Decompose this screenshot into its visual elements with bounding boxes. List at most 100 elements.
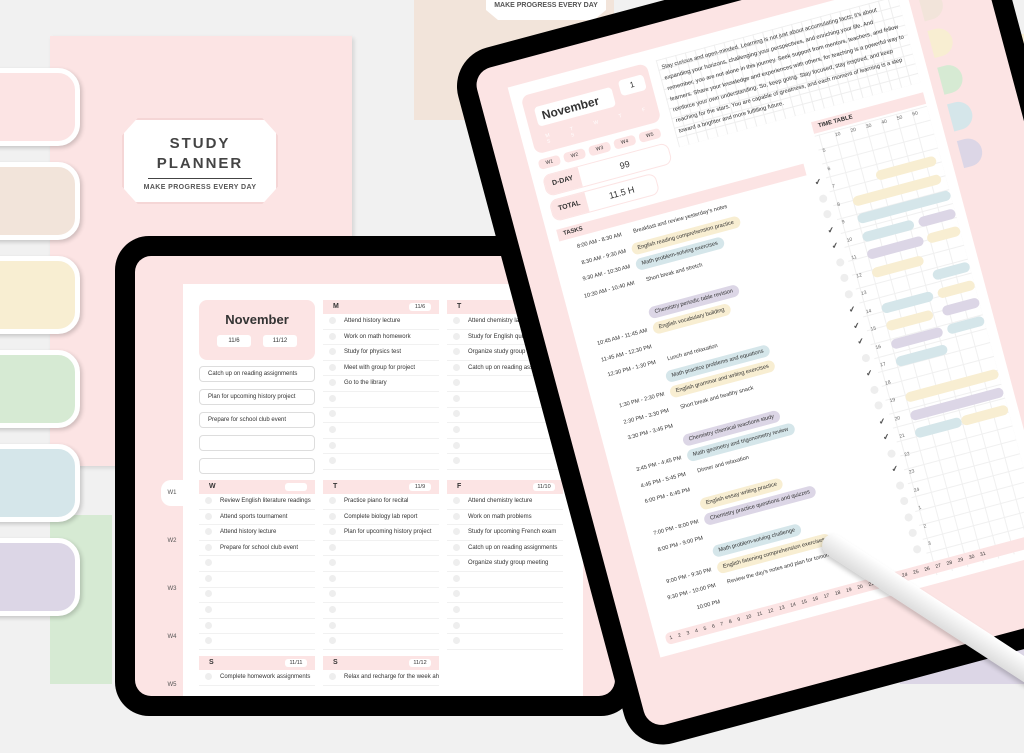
empty-check-icon[interactable]: [822, 209, 833, 220]
checkbox-icon[interactable]: [205, 496, 212, 504]
day-strip-item[interactable]: 15: [801, 599, 808, 606]
day-strip-item[interactable]: 6: [711, 623, 715, 630]
checkbox-icon[interactable]: [329, 512, 336, 520]
task-row[interactable]: Meet with group for project: [323, 361, 439, 377]
checkbox-icon[interactable]: [453, 394, 460, 402]
day-strip-item[interactable]: 19: [846, 587, 853, 594]
checkbox-icon[interactable]: [205, 512, 212, 520]
task-row[interactable]: [323, 588, 439, 604]
section-tab-blue[interactable]: [0, 444, 80, 522]
task-row[interactable]: [199, 619, 315, 635]
checkbox-icon[interactable]: [453, 426, 460, 434]
task-row[interactable]: Work on math problems: [447, 510, 563, 526]
checkbox-icon[interactable]: [453, 590, 460, 598]
task-row[interactable]: [199, 634, 315, 650]
task-row[interactable]: [323, 634, 439, 650]
checkbox-icon[interactable]: [205, 637, 212, 645]
empty-check-icon[interactable]: [839, 272, 850, 283]
note-field[interactable]: [199, 458, 315, 474]
checkbox-icon[interactable]: [329, 379, 336, 387]
checkbox-icon[interactable]: [329, 496, 336, 504]
day-strip-item[interactable]: 18: [834, 590, 841, 597]
daily-day[interactable]: 1: [617, 74, 647, 97]
empty-check-icon[interactable]: [895, 480, 905, 490]
task-row[interactable]: [323, 619, 439, 635]
week-tab-w3[interactable]: W3: [161, 576, 183, 602]
day-strip-item[interactable]: 14: [790, 602, 797, 609]
task-row[interactable]: Practice piano for recital: [323, 494, 439, 510]
day-date[interactable]: 11/11: [285, 659, 307, 667]
day-strip-item[interactable]: 28: [946, 560, 953, 567]
checkbox-icon[interactable]: [205, 606, 212, 614]
day-strip-item[interactable]: 1: [669, 635, 673, 642]
check-icon[interactable]: ✔: [831, 240, 841, 250]
note-field[interactable]: [199, 435, 315, 451]
week-button[interactable]: W1: [537, 154, 562, 170]
checkbox-icon[interactable]: [453, 457, 460, 465]
task-row[interactable]: [447, 572, 563, 588]
checkbox-icon[interactable]: [205, 559, 212, 567]
side-tab-lavender[interactable]: [956, 135, 986, 169]
day-strip-item[interactable]: 9: [737, 617, 741, 624]
checkbox-icon[interactable]: [329, 363, 336, 371]
week-tab-w2[interactable]: W2: [161, 528, 183, 554]
checkbox-icon[interactable]: [329, 590, 336, 598]
checkbox-icon[interactable]: [453, 574, 460, 582]
day-strip-item[interactable]: 20: [857, 584, 864, 591]
checkbox-icon[interactable]: [329, 637, 336, 645]
side-tab-beige[interactable]: [917, 0, 947, 22]
empty-check-icon[interactable]: [835, 257, 846, 267]
note-field[interactable]: Prepare for school club event: [199, 412, 315, 428]
checkbox-icon[interactable]: [329, 559, 336, 567]
checkbox-icon[interactable]: [205, 574, 212, 582]
task-row[interactable]: [199, 572, 315, 588]
checkbox-icon[interactable]: [453, 559, 460, 567]
checkbox-icon[interactable]: [205, 672, 212, 680]
task-row[interactable]: Attend chemistry lecture: [447, 494, 563, 510]
day-strip-item[interactable]: 31: [980, 551, 987, 558]
week-tab-w1[interactable]: W1: [161, 480, 183, 506]
task-row[interactable]: [323, 439, 439, 455]
task-row[interactable]: [447, 588, 563, 604]
day-strip-item[interactable]: 16: [812, 596, 819, 603]
day-strip-item[interactable]: 27: [935, 563, 942, 570]
section-tab-beige[interactable]: [0, 162, 80, 240]
task-row[interactable]: Relax and recharge for the week ahead: [323, 670, 439, 686]
section-tab-lavender[interactable]: [0, 538, 80, 616]
check-icon[interactable]: ✔: [856, 336, 867, 346]
checkbox-icon[interactable]: [205, 590, 212, 598]
checkbox-icon[interactable]: [453, 316, 460, 324]
task-row[interactable]: Study for physics test: [323, 345, 439, 361]
side-tab-green[interactable]: [937, 62, 966, 95]
checkbox-icon[interactable]: [329, 574, 336, 582]
day-strip-item[interactable]: 25: [913, 569, 920, 576]
side-tab-blue[interactable]: [947, 98, 976, 132]
task-row[interactable]: [323, 556, 439, 572]
empty-check-icon[interactable]: [907, 527, 918, 538]
task-row[interactable]: [199, 603, 315, 619]
checkbox-icon[interactable]: [329, 457, 336, 465]
week-button[interactable]: W3: [587, 141, 612, 157]
task-row[interactable]: [447, 439, 563, 455]
day-strip-item[interactable]: 5: [703, 626, 707, 633]
check-icon[interactable]: ✔: [882, 432, 892, 442]
day-date[interactable]: [285, 483, 307, 491]
empty-check-icon[interactable]: [843, 288, 854, 299]
check-icon[interactable]: ✔: [826, 225, 837, 235]
checkbox-icon[interactable]: [453, 410, 460, 418]
day-strip-item[interactable]: 29: [957, 557, 964, 564]
day-strip-item[interactable]: 30: [968, 554, 975, 561]
task-row[interactable]: [323, 541, 439, 557]
check-icon[interactable]: ✔: [852, 320, 862, 330]
checkbox-icon[interactable]: [205, 543, 212, 551]
empty-check-icon[interactable]: [903, 512, 914, 522]
task-row[interactable]: [447, 634, 563, 650]
day-strip-item[interactable]: 13: [778, 605, 785, 612]
task-row[interactable]: [447, 454, 563, 470]
day-date[interactable]: 11/12: [409, 659, 431, 667]
check-icon[interactable]: ✔: [878, 416, 888, 426]
task-row[interactable]: Attend history lecture: [323, 314, 439, 330]
empty-check-icon[interactable]: [873, 400, 884, 411]
checkbox-icon[interactable]: [329, 348, 336, 356]
day-strip-item[interactable]: 26: [924, 566, 931, 573]
